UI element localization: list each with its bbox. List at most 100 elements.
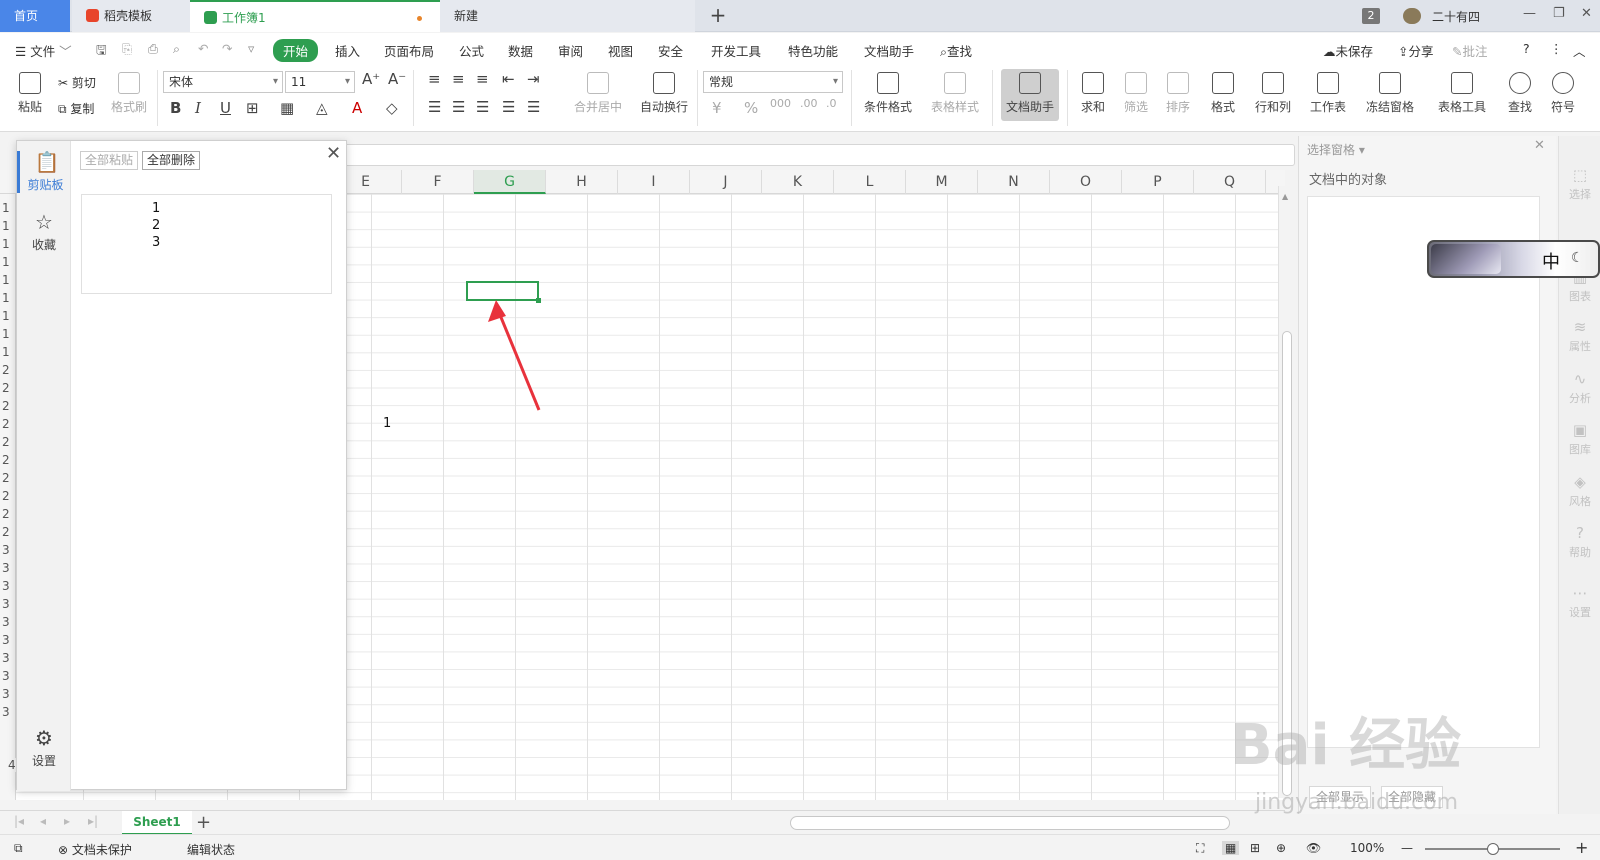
- menu-data[interactable]: 数据: [508, 41, 533, 60]
- menu-search[interactable]: ⌕查找: [940, 41, 972, 60]
- row-number[interactable]: 1: [2, 201, 10, 215]
- distributed-icon[interactable]: ☰: [527, 98, 540, 116]
- column-header[interactable]: J: [690, 170, 762, 194]
- export-icon[interactable]: ⎘: [122, 41, 132, 57]
- thousands-icon[interactable]: 000: [770, 97, 791, 110]
- row-number[interactable]: 2: [2, 471, 10, 485]
- row-number[interactable]: 3: [2, 579, 10, 593]
- clear-format-icon[interactable]: ◇: [386, 99, 398, 117]
- formula-input[interactable]: [340, 144, 1295, 166]
- zoom-in-button[interactable]: +: [1575, 838, 1588, 857]
- bold-button[interactable]: B: [170, 99, 181, 117]
- row-number[interactable]: 3: [2, 687, 10, 701]
- row-number[interactable]: 1: [2, 309, 10, 323]
- column-header[interactable]: L: [834, 170, 906, 194]
- sidebar-item[interactable]: ⬚ 选择: [1559, 166, 1600, 202]
- row-number[interactable]: 1: [2, 327, 10, 341]
- sheet-tab-sheet1[interactable]: Sheet1: [122, 811, 192, 835]
- align-center-icon[interactable]: ☰: [452, 98, 465, 116]
- column-header[interactable]: F: [402, 170, 474, 194]
- row-number[interactable]: 3: [2, 561, 10, 575]
- table-tools-button[interactable]: 表格工具: [1432, 72, 1492, 115]
- sidebar-item[interactable]: ◈ 风格: [1559, 473, 1600, 509]
- favorites-tab[interactable]: ☆ 收藏: [17, 211, 71, 253]
- underline-button[interactable]: U: [220, 99, 231, 117]
- row-number[interactable]: 2: [2, 453, 10, 467]
- format-painter-button[interactable]: 格式刷: [108, 72, 150, 115]
- row-number[interactable]: 3: [2, 669, 10, 683]
- conditional-format-button[interactable]: 条件格式: [858, 72, 918, 115]
- sidebar-item[interactable]: ? 帮助: [1559, 524, 1600, 560]
- filter-button[interactable]: 筛选: [1118, 72, 1154, 115]
- column-header[interactable]: M: [906, 170, 978, 194]
- quick-access-dropdown-icon[interactable]: ▿: [248, 41, 254, 56]
- justify-icon[interactable]: ☰: [502, 98, 515, 116]
- undo-icon[interactable]: ↶: [198, 41, 208, 56]
- row-number[interactable]: 3: [2, 615, 10, 629]
- scroll-up-icon[interactable]: ▲: [1282, 192, 1288, 201]
- row-number[interactable]: 3: [2, 633, 10, 647]
- currency-icon[interactable]: ¥: [712, 99, 722, 117]
- increase-font-icon[interactable]: A⁺: [362, 70, 380, 88]
- font-color-icon[interactable]: A: [352, 99, 362, 117]
- help-button[interactable]: ?: [1523, 41, 1530, 56]
- percent-icon[interactable]: %: [744, 99, 758, 117]
- print-preview-icon[interactable]: ⌕: [173, 41, 180, 57]
- fill-color-icon[interactable]: ◬: [316, 99, 328, 117]
- copy-button[interactable]: ⧉ 复制: [58, 100, 94, 117]
- column-header[interactable]: I: [618, 170, 690, 194]
- ime-mode[interactable]: 中: [1542, 248, 1560, 274]
- decrease-decimal-icon[interactable]: .0: [826, 97, 837, 110]
- number-format-select[interactable]: 常规: [703, 71, 843, 93]
- menu-special[interactable]: 特色功能: [788, 41, 838, 60]
- indent-increase-icon[interactable]: ⇥: [527, 70, 540, 88]
- clipboard-settings[interactable]: ⚙ 设置: [17, 727, 71, 769]
- menu-view[interactable]: 视图: [608, 41, 633, 60]
- paste-all-button[interactable]: 全部粘贴: [80, 151, 139, 170]
- indent-decrease-icon[interactable]: ⇤: [502, 70, 515, 88]
- find-button[interactable]: 查找: [1502, 72, 1538, 115]
- tab-workbook[interactable]: 工作簿1: [190, 0, 440, 32]
- horizontal-scrollbar[interactable]: [790, 816, 1230, 830]
- moon-icon[interactable]: ☾: [1571, 250, 1584, 266]
- row-number[interactable]: 2: [2, 417, 10, 431]
- unsaved-button[interactable]: ☁未保存: [1323, 41, 1373, 60]
- sum-button[interactable]: 求和: [1075, 72, 1111, 115]
- row-number[interactable]: 2: [2, 399, 10, 413]
- delete-all-button[interactable]: 全部删除: [142, 151, 201, 170]
- row-number[interactable]: 2: [2, 381, 10, 395]
- ime-toolbar[interactable]: 中 ☾: [1427, 240, 1600, 278]
- menu-start[interactable]: 开始: [273, 39, 319, 62]
- row-number[interactable]: 1: [2, 291, 10, 305]
- save-icon[interactable]: 🖫: [96, 41, 107, 62]
- menu-dev-tools[interactable]: 开发工具: [711, 41, 761, 60]
- increase-decimal-icon[interactable]: .00: [800, 97, 818, 110]
- row-number[interactable]: 2: [2, 363, 10, 377]
- row-number[interactable]: 1: [2, 273, 10, 287]
- cell-style-icon[interactable]: ▦: [280, 99, 294, 117]
- comment-button[interactable]: ✎批注: [1452, 41, 1488, 60]
- page-break-view-icon[interactable]: ⊞: [1250, 841, 1260, 855]
- cut-button[interactable]: ✂ 剪切: [58, 74, 96, 91]
- first-sheet-icon[interactable]: |◂: [14, 814, 24, 828]
- print-icon[interactable]: ⎙: [148, 41, 158, 57]
- wrap-text-button[interactable]: 自动换行: [638, 72, 690, 115]
- column-header[interactable]: G: [474, 170, 546, 194]
- table-style-button[interactable]: 表格样式: [925, 72, 985, 115]
- italic-button[interactable]: I: [195, 99, 201, 117]
- align-left-icon[interactable]: ☰: [428, 98, 441, 116]
- normal-view-icon[interactable]: ▦: [1222, 841, 1240, 855]
- page-layout-view-icon[interactable]: ⊕: [1276, 841, 1286, 855]
- sidebar-item[interactable]: ▣ 图库: [1559, 421, 1600, 457]
- cell-value[interactable]: 1: [383, 416, 391, 431]
- column-header[interactable]: O: [1050, 170, 1122, 194]
- border-icon[interactable]: ⊞: [246, 99, 259, 117]
- tab-home[interactable]: 首页: [0, 0, 70, 32]
- freeze-panes-button[interactable]: 冻结窗格: [1360, 72, 1420, 115]
- doc-protect-button[interactable]: ⊗ 文档未保护: [58, 841, 132, 858]
- menu-security[interactable]: 安全: [658, 41, 683, 60]
- clipboard-entry[interactable]: [81, 194, 332, 294]
- sidebar-item[interactable]: ⋯ 设置: [1559, 584, 1600, 620]
- user-name[interactable]: 二十有四: [1432, 8, 1480, 25]
- redo-icon[interactable]: ↷: [222, 41, 232, 56]
